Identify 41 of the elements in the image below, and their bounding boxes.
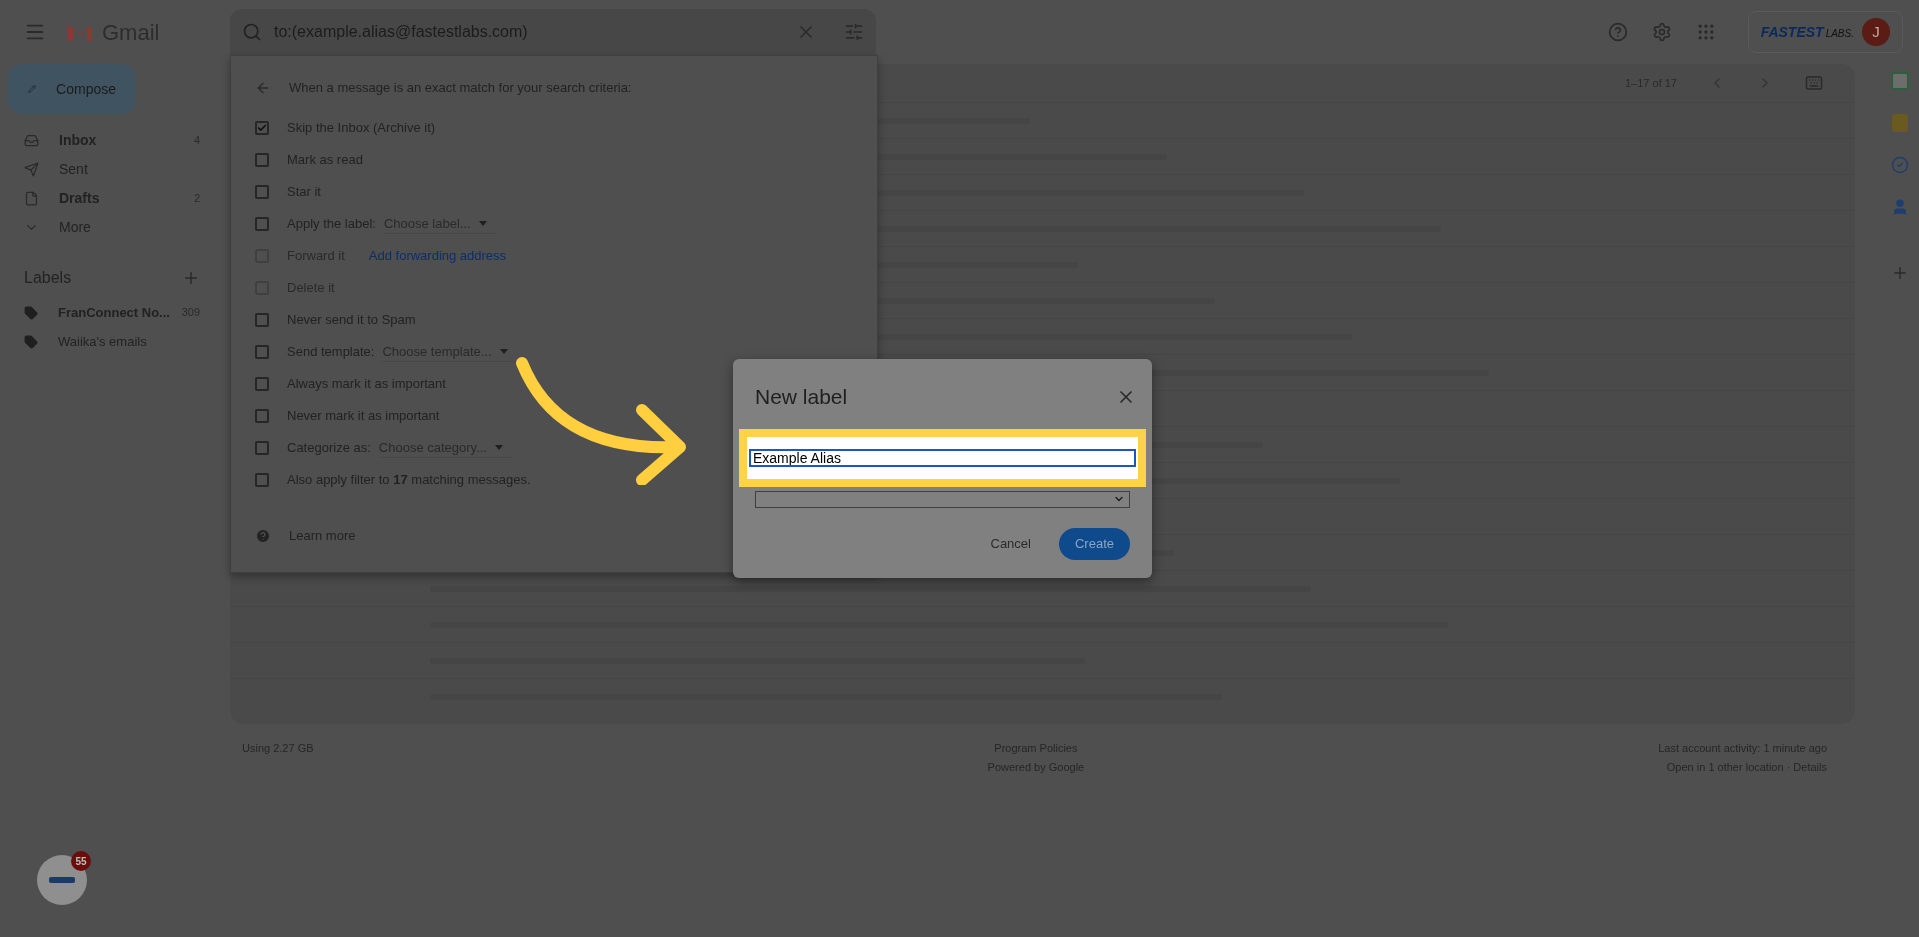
avatar[interactable]: J bbox=[1862, 18, 1890, 46]
checkbox[interactable] bbox=[255, 441, 269, 455]
plus-icon[interactable] bbox=[1891, 264, 1909, 282]
checkbox[interactable] bbox=[255, 409, 269, 423]
plus-icon[interactable] bbox=[182, 269, 200, 287]
check-circle-icon[interactable] bbox=[1891, 156, 1909, 174]
account-chip[interactable]: FASTESTLABS. J bbox=[1747, 11, 1903, 53]
sliders-icon[interactable] bbox=[844, 22, 864, 42]
search-icon[interactable] bbox=[242, 22, 262, 42]
compose-button[interactable]: Compose bbox=[8, 64, 136, 114]
parent-label-select[interactable] bbox=[755, 490, 1130, 508]
help-icon[interactable] bbox=[1607, 22, 1628, 42]
checkbox[interactable] bbox=[255, 313, 269, 327]
caret-icon bbox=[495, 445, 503, 450]
logo-mark-icon bbox=[49, 877, 75, 883]
checkbox[interactable] bbox=[255, 345, 269, 359]
company-logo-text: FASTEST bbox=[1760, 22, 1824, 42]
help-icon[interactable] bbox=[255, 528, 271, 544]
checkbox[interactable] bbox=[255, 121, 269, 135]
person-icon[interactable] bbox=[1891, 198, 1909, 216]
checkbox[interactable] bbox=[255, 185, 269, 199]
tag-icon bbox=[24, 305, 38, 320]
dialog-title: New label bbox=[755, 384, 848, 410]
checkbox[interactable] bbox=[255, 217, 269, 231]
company-logo-suffix: LABS. bbox=[1825, 26, 1854, 41]
back-arrow-icon[interactable] bbox=[255, 80, 271, 96]
inbox-icon bbox=[24, 133, 39, 148]
notification-count: 55 bbox=[71, 851, 91, 871]
checkbox[interactable] bbox=[255, 377, 269, 391]
create-button[interactable]: Create bbox=[1058, 527, 1130, 560]
checkbox[interactable] bbox=[255, 473, 269, 487]
caret-icon bbox=[499, 349, 508, 354]
check-icon bbox=[257, 122, 267, 134]
keyboard-icon[interactable] bbox=[1805, 74, 1823, 92]
file-icon bbox=[24, 191, 39, 206]
cancel-button[interactable]: Cancel bbox=[978, 527, 1043, 560]
tag-icon bbox=[24, 334, 38, 349]
label-name-input[interactable]: Example Alias bbox=[749, 449, 1136, 467]
send-icon bbox=[24, 162, 39, 177]
settings-icon[interactable] bbox=[1651, 22, 1672, 42]
checkbox[interactable] bbox=[255, 153, 269, 167]
